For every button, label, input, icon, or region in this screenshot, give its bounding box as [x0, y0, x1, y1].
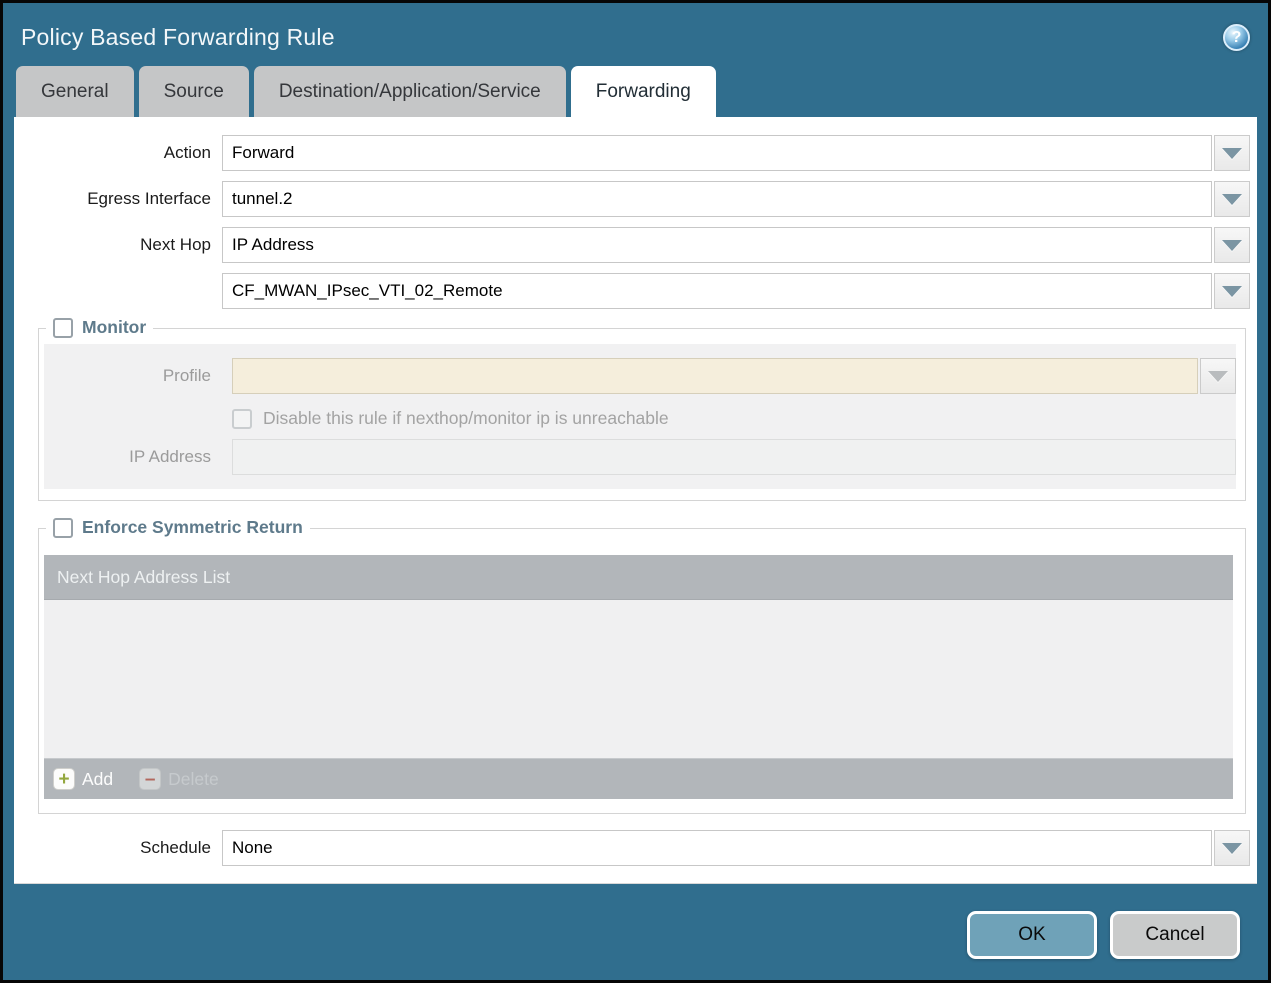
- tab-general[interactable]: General: [16, 66, 134, 117]
- schedule-row: Schedule: [14, 830, 1257, 866]
- next-hop-label: Next Hop: [14, 235, 222, 255]
- profile-input: [232, 358, 1198, 394]
- action-input[interactable]: [222, 135, 1212, 171]
- profile-dropdown-button: [1200, 358, 1236, 394]
- symmetric-return-legend-label: Enforce Symmetric Return: [82, 517, 303, 538]
- next-hop-address-row: [14, 273, 1257, 309]
- next-hop-address-table: Next Hop Address List + Add – Delete: [44, 555, 1233, 799]
- chevron-down-icon: [1222, 286, 1242, 297]
- profile-label: Profile: [44, 366, 222, 386]
- chevron-down-icon: [1222, 194, 1242, 205]
- action-row: Action: [14, 135, 1257, 171]
- next-hop-address-table-body[interactable]: [44, 600, 1233, 758]
- plus-icon: +: [53, 768, 75, 790]
- egress-interface-input[interactable]: [222, 181, 1212, 217]
- chevron-down-icon: [1222, 240, 1242, 251]
- monitor-fieldset: Monitor Profile Disable this rule if nex…: [38, 328, 1246, 501]
- monitor-legend-label: Monitor: [82, 317, 146, 338]
- monitor-ip-row: IP Address: [44, 439, 1236, 475]
- add-button-label: Add: [82, 769, 113, 790]
- tab-strip: General Source Destination/Application/S…: [16, 66, 1268, 117]
- symmetric-return-legend: Enforce Symmetric Return: [46, 517, 310, 538]
- next-hop-type-input[interactable]: [222, 227, 1212, 263]
- symmetric-return-fieldset: Enforce Symmetric Return Next Hop Addres…: [38, 528, 1246, 814]
- cancel-button[interactable]: Cancel: [1110, 911, 1240, 959]
- chevron-down-icon: [1222, 843, 1242, 854]
- symmetric-return-checkbox[interactable]: [53, 518, 73, 538]
- delete-button-label: Delete: [168, 769, 219, 790]
- action-label: Action: [14, 143, 222, 163]
- monitor-body: Profile Disable this rule if nexthop/mon…: [44, 344, 1236, 489]
- ok-button[interactable]: OK: [967, 911, 1097, 959]
- dialog-title: Policy Based Forwarding Rule: [21, 24, 1223, 51]
- delete-button: – Delete: [139, 768, 219, 790]
- monitor-ip-label: IP Address: [44, 447, 222, 467]
- minus-icon: –: [139, 768, 161, 790]
- monitor-legend: Monitor: [46, 317, 153, 338]
- tab-destination-application-service[interactable]: Destination/Application/Service: [254, 66, 566, 117]
- tab-source[interactable]: Source: [139, 66, 249, 117]
- action-dropdown-button[interactable]: [1214, 135, 1250, 171]
- next-hop-address-table-header: Next Hop Address List: [44, 555, 1233, 600]
- dialog-titlebar: Policy Based Forwarding Rule ?: [3, 3, 1268, 66]
- forwarding-tab-panel: Action Egress Interface Next Hop: [14, 117, 1257, 884]
- tab-forwarding[interactable]: Forwarding: [571, 66, 716, 117]
- schedule-label: Schedule: [14, 838, 222, 858]
- next-hop-address-input[interactable]: [222, 273, 1212, 309]
- dialog-footer: OK Cancel: [3, 884, 1268, 959]
- pbf-rule-dialog: Policy Based Forwarding Rule ? General S…: [0, 0, 1271, 983]
- next-hop-address-table-footer: + Add – Delete: [44, 758, 1233, 799]
- egress-interface-dropdown-button[interactable]: [1214, 181, 1250, 217]
- schedule-input[interactable]: [222, 830, 1212, 866]
- next-hop-type-dropdown-button[interactable]: [1214, 227, 1250, 263]
- disable-rule-checkbox: [232, 409, 252, 429]
- add-button[interactable]: + Add: [53, 768, 113, 790]
- schedule-dropdown-button[interactable]: [1214, 830, 1250, 866]
- next-hop-address-table-header-label: Next Hop Address List: [57, 567, 230, 588]
- disable-rule-row: Disable this rule if nexthop/monitor ip …: [232, 408, 1236, 429]
- disable-rule-label: Disable this rule if nexthop/monitor ip …: [263, 408, 669, 429]
- monitor-ip-input: [232, 439, 1236, 475]
- help-glyph: ?: [1232, 29, 1242, 46]
- next-hop-address-dropdown-button[interactable]: [1214, 273, 1250, 309]
- monitor-checkbox[interactable]: [53, 318, 73, 338]
- next-hop-row: Next Hop: [14, 227, 1257, 263]
- chevron-down-icon: [1208, 371, 1228, 382]
- help-icon[interactable]: ?: [1223, 24, 1250, 51]
- chevron-down-icon: [1222, 148, 1242, 159]
- egress-interface-row: Egress Interface: [14, 181, 1257, 217]
- profile-row: Profile: [44, 358, 1236, 394]
- egress-interface-label: Egress Interface: [14, 189, 222, 209]
